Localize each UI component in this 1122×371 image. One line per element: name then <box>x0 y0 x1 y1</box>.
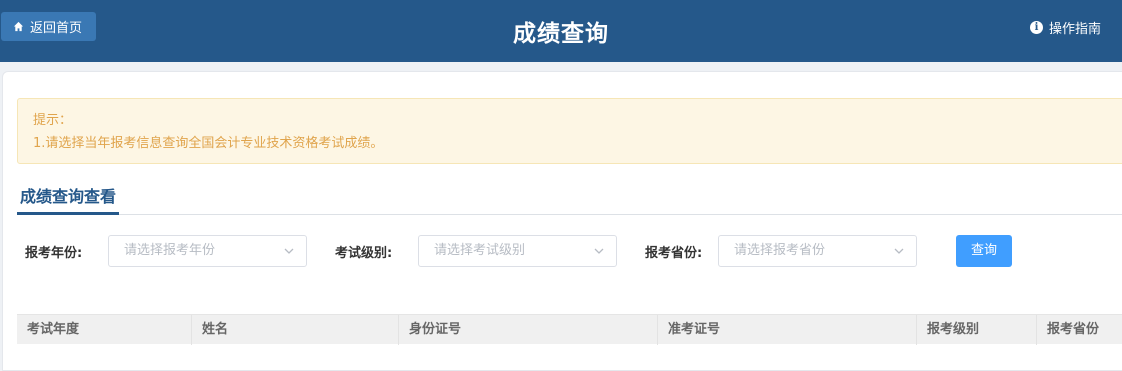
province-label: 报考省份: <box>645 246 703 261</box>
chevron-down-icon <box>894 248 904 254</box>
year-placeholder: 请选择报考年份 <box>124 243 216 258</box>
results-table-header: 考试年度 姓名 身份证号 准考证号 报考级别 报考省份 <box>17 314 1122 345</box>
tip-box: 提示： 1.请选择当年报考信息查询全国会计专业技术资格考试成绩。 <box>17 98 1122 164</box>
col-province: 报考省份 <box>1047 322 1100 337</box>
top-header: 返回首页 成绩查询 i 操作指南 <box>0 0 1122 62</box>
tip-line-1: 1.请选择当年报考信息查询全国会计专业技术资格考试成绩。 <box>33 136 384 151</box>
year-label: 报考年份: <box>25 246 83 261</box>
level-placeholder: 请选择考试级别 <box>434 243 526 258</box>
content-panel: 提示： 1.请选择当年报考信息查询全国会计专业技术资格考试成绩。 成绩查询查看 … <box>2 71 1122 371</box>
col-exam-year: 考试年度 <box>17 315 192 345</box>
level-select[interactable]: 请选择考试级别 <box>418 235 617 267</box>
col-name: 姓名 <box>192 315 399 345</box>
chevron-down-icon <box>284 248 294 254</box>
province-placeholder: 请选择报考省份 <box>734 243 826 258</box>
tab-bar: 成绩查询查看 <box>17 185 1122 215</box>
col-level: 报考级别 <box>917 315 1037 345</box>
page-title: 成绩查询 <box>513 21 609 47</box>
province-select[interactable]: 请选择报考省份 <box>718 235 917 267</box>
level-label: 考试级别: <box>335 246 393 261</box>
operation-guide-link[interactable]: i 操作指南 <box>1029 18 1101 37</box>
query-button[interactable]: 查询 <box>956 235 1012 267</box>
col-id-number: 身份证号 <box>399 315 658 345</box>
year-select[interactable]: 请选择报考年份 <box>108 235 307 267</box>
operation-guide-label: 操作指南 <box>1048 22 1101 37</box>
chevron-down-icon <box>594 248 604 254</box>
col-admission-number: 准考证号 <box>658 315 917 345</box>
tip-title: 提示： <box>33 113 73 128</box>
tab-score-query-view[interactable]: 成绩查询查看 <box>17 185 120 215</box>
info-icon: i <box>1029 21 1043 34</box>
